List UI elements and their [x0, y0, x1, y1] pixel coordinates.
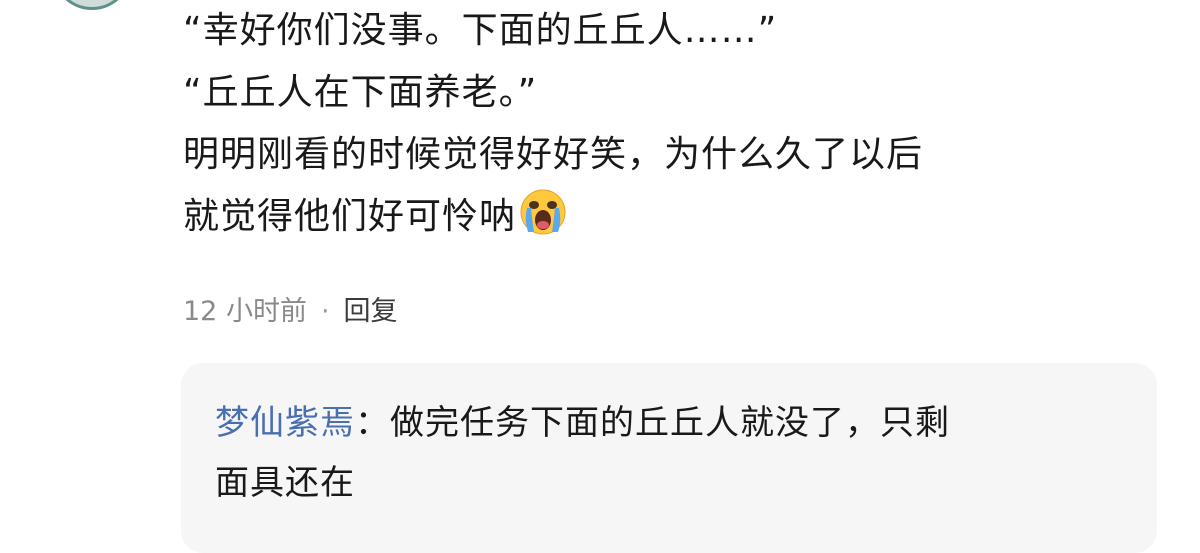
comment-meta: 12 小时前 · 回复: [183, 292, 398, 332]
comment-time: 12 小时前: [183, 296, 307, 327]
crying-face-icon: [518, 186, 568, 256]
comment-body: “幸好你们没事。下面的丘丘人……” “丘丘人在下面养老。” 明明刚看的时候觉得好…: [183, 0, 1173, 248]
reply-line: 面具还在: [215, 463, 355, 503]
reply-button[interactable]: 回复: [344, 296, 398, 327]
comment-line-last: 就觉得他们好可怜呐: [183, 186, 1173, 248]
reply-item: 梦仙紫焉：做完任务下面的丘丘人就没了，只剩 面具还在: [215, 393, 1135, 513]
comment-line: “丘丘人在下面养老。”: [183, 72, 538, 113]
avatar[interactable]: [52, 0, 132, 10]
comment-line: “幸好你们没事。下面的丘丘人……”: [183, 10, 778, 51]
reply-colon: ：: [355, 403, 390, 443]
reply-username[interactable]: 梦仙紫焉: [215, 403, 355, 443]
reply-line: 梦仙紫焉：做完任务下面的丘丘人就没了，只剩: [215, 393, 1135, 453]
comment-line-text: 就觉得他们好可怜呐: [183, 196, 517, 237]
reply-thread[interactable]: 梦仙紫焉：做完任务下面的丘丘人就没了，只剩 面具还在: [181, 363, 1157, 553]
meta-separator: ·: [320, 296, 330, 327]
comment-line: 明明刚看的时候觉得好好笑，为什么久了以后: [183, 134, 924, 175]
reply-text-1: 做完任务下面的丘丘人就没了，只剩: [390, 403, 950, 443]
